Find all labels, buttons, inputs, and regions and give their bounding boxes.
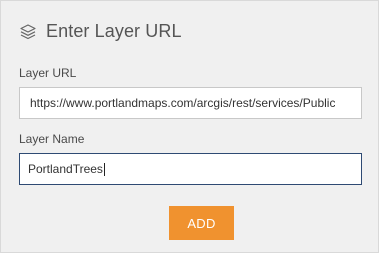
text-caret [103, 162, 105, 176]
layers-icon [19, 23, 37, 41]
layer-name-value: PortlandTrees [28, 162, 103, 176]
layer-url-label: Layer URL [19, 66, 77, 80]
layer-name-label: Layer Name [19, 132, 85, 146]
add-button[interactable]: ADD [169, 206, 234, 240]
add-layer-panel: Enter Layer URL Layer URL https://www.po… [0, 0, 379, 253]
panel-header: Enter Layer URL [19, 21, 182, 42]
layer-url-input[interactable]: https://www.portlandmaps.com/arcgis/rest… [19, 87, 362, 119]
panel-title: Enter Layer URL [46, 21, 182, 41]
layer-url-value: https://www.portlandmaps.com/arcgis/rest… [30, 96, 336, 110]
layer-name-input[interactable]: PortlandTrees [19, 153, 362, 185]
